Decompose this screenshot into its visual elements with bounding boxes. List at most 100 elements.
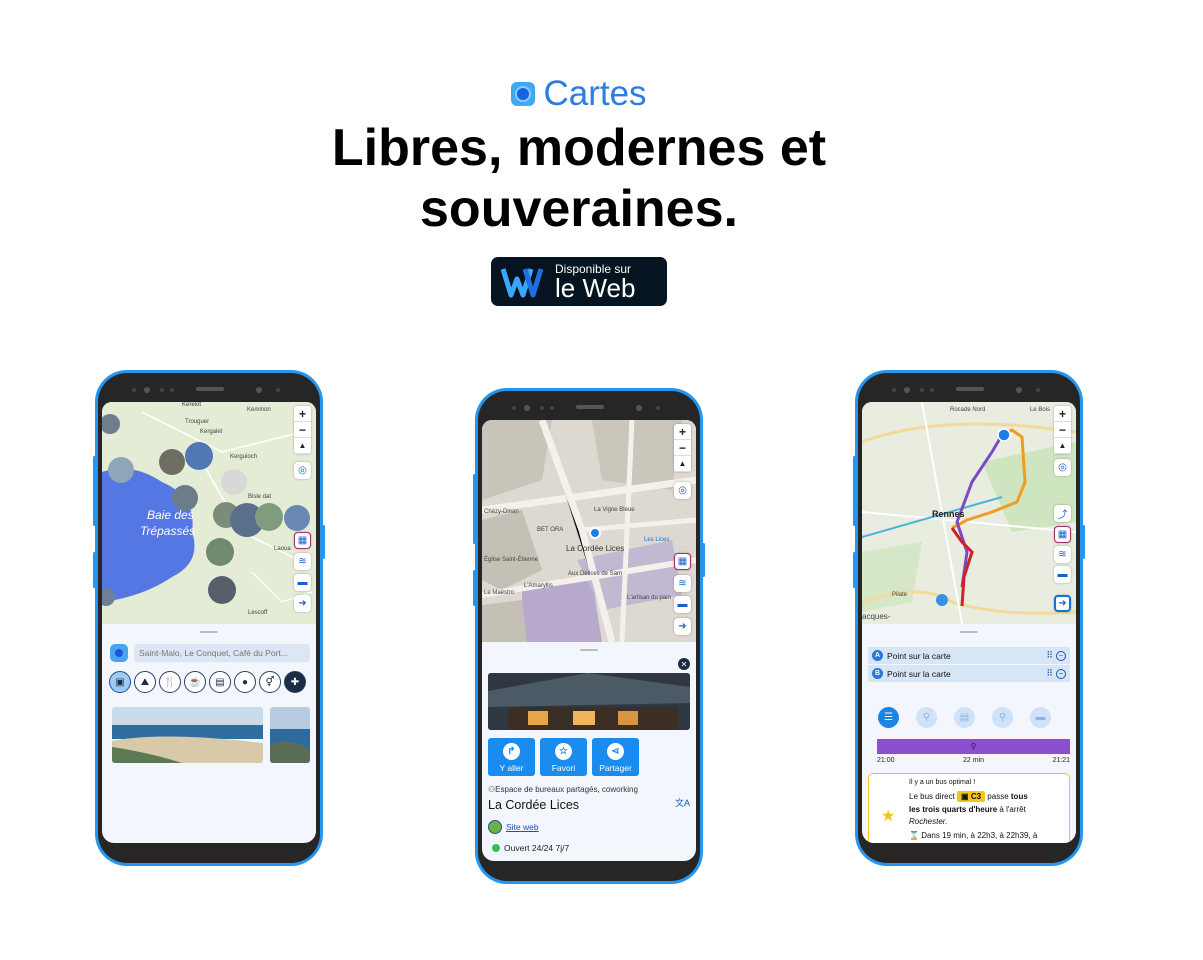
badge-big-text: le Web bbox=[555, 273, 636, 303]
style-picker-icon[interactable]: ▦ bbox=[294, 532, 311, 549]
layers-icon[interactable]: ≋ bbox=[674, 575, 691, 592]
water-icon[interactable]: ● bbox=[234, 671, 256, 693]
hiking-icon[interactable]: ⛰ bbox=[134, 671, 156, 693]
star-icon: ☆ bbox=[555, 743, 572, 760]
place-actions: ↱ Y aller ☆ Favori ⋖ Partager bbox=[488, 738, 639, 776]
search-input[interactable] bbox=[134, 644, 310, 662]
style-picker-icon[interactable]: ▦ bbox=[1054, 526, 1071, 543]
translate-icon[interactable]: 文A bbox=[675, 796, 690, 809]
screen-itinerary: Rocade Nord Le Bois Rennes Pilate acques… bbox=[862, 402, 1076, 843]
bike-icon[interactable]: ⚲ bbox=[916, 707, 937, 728]
beach-photo[interactable] bbox=[112, 707, 263, 763]
remove-point-icon[interactable]: − bbox=[1056, 650, 1066, 661]
more-icon[interactable]: ✚ bbox=[284, 671, 306, 693]
ruler-icon[interactable]: ▬ bbox=[674, 596, 691, 613]
bus-suggestion-card[interactable]: ★ Il y a un bus optimal ! Le bus direct … bbox=[868, 773, 1070, 843]
route-point-a[interactable]: A Point sur la carte ⠿ − bbox=[868, 647, 1070, 664]
trip-timeline-bar[interactable]: ⚲ bbox=[877, 739, 1070, 754]
map-label: Le Bois bbox=[1030, 407, 1051, 413]
directions-icon: ↱ bbox=[503, 743, 520, 760]
route-icon[interactable]: ⤴ bbox=[1054, 505, 1071, 522]
compass-icon[interactable]: ▲ bbox=[294, 438, 311, 454]
map-view[interactable]: Kerelot Keminon Trouguer Kergalet Kergui… bbox=[102, 402, 316, 624]
zoom-controls: + − ▲ bbox=[674, 424, 691, 472]
bus-card-line: Le bus direct ▣ C3 passe tous bbox=[909, 791, 1028, 802]
map-view[interactable]: Rocade Nord Le Bois Rennes Pilate acques… bbox=[862, 402, 1076, 624]
share-label: Partager bbox=[599, 763, 632, 773]
directions-icon[interactable]: ➜ bbox=[294, 595, 311, 612]
bus-icon[interactable]: ▤ bbox=[954, 707, 975, 728]
remove-point-icon[interactable]: − bbox=[1056, 668, 1066, 679]
sheet-handle[interactable] bbox=[482, 649, 696, 651]
place-type: ⚇Espace de bureaux partagés, coworking bbox=[488, 785, 638, 794]
style-picker-icon[interactable]: ▦ bbox=[674, 553, 691, 570]
compass-icon[interactable]: ▲ bbox=[674, 456, 691, 472]
favorite-label: Favori bbox=[551, 763, 576, 773]
website-link[interactable]: Site web bbox=[488, 820, 539, 834]
locate-icon[interactable]: ◎ bbox=[294, 462, 311, 479]
ruler-icon[interactable]: ▬ bbox=[1054, 566, 1071, 583]
restaurant-icon[interactable]: 🍴 bbox=[159, 671, 181, 693]
cafe-icon[interactable]: ☕ bbox=[184, 671, 206, 693]
layers-icon[interactable]: ≋ bbox=[1054, 546, 1071, 563]
sheet-handle[interactable] bbox=[862, 631, 1076, 633]
close-icon[interactable]: ✕ bbox=[678, 658, 690, 670]
coast-photo[interactable] bbox=[270, 707, 310, 763]
bus-card-title: Il y a un bus optimal ! bbox=[909, 779, 976, 786]
share-button[interactable]: ⋖ Partager bbox=[592, 738, 639, 776]
zoom-in-icon[interactable]: + bbox=[294, 406, 311, 422]
place-photo[interactable] bbox=[488, 673, 690, 730]
map-label: Kergalet bbox=[200, 429, 223, 435]
zoom-in-icon[interactable]: + bbox=[1054, 406, 1071, 422]
cartes-logo-icon bbox=[511, 82, 536, 106]
car-icon[interactable]: ▬ bbox=[1030, 707, 1051, 728]
directions-icon[interactable]: ➜ bbox=[1054, 595, 1071, 612]
headline-line-1: Libres, modernes et bbox=[331, 119, 827, 177]
zoom-out-icon[interactable]: − bbox=[294, 422, 311, 438]
web-logo-icon bbox=[500, 265, 545, 299]
brand: Cartes bbox=[0, 74, 1158, 114]
cartes-app-icon[interactable] bbox=[110, 644, 128, 662]
available-on-web-badge[interactable]: Disponible sur le Web bbox=[491, 257, 667, 306]
directions-icon[interactable]: ➜ bbox=[674, 618, 691, 635]
sheet-handle[interactable] bbox=[102, 631, 316, 633]
toilets-icon[interactable]: ⚥ bbox=[259, 671, 281, 693]
map-label: Le Maëstro bbox=[484, 590, 515, 596]
map-label: Les Lices bbox=[644, 537, 670, 543]
ruler-icon[interactable]: ▬ bbox=[294, 574, 311, 591]
phone-itinerary: Rocade Nord Le Bois Rennes Pilate acques… bbox=[853, 370, 1085, 866]
map-label-city: Rennes bbox=[932, 509, 965, 519]
locate-icon[interactable]: ◎ bbox=[1054, 459, 1071, 476]
map-label-poi: La Cordée Lices bbox=[566, 544, 625, 553]
favorite-button[interactable]: ☆ Favori bbox=[540, 738, 587, 776]
drag-handle-icon[interactable]: ⠿ bbox=[1046, 668, 1053, 679]
go-button[interactable]: ↱ Y aller bbox=[488, 738, 535, 776]
drag-handle-icon[interactable]: ⠿ bbox=[1046, 650, 1053, 661]
map-label: BET ORA bbox=[537, 527, 564, 533]
bus-card-stop: Rochester. bbox=[909, 817, 948, 826]
phone-place: Chézy-Dinan La Vigne Bleue BET ORA La Co… bbox=[473, 388, 705, 884]
zoom-out-icon[interactable]: − bbox=[674, 440, 691, 456]
bus-line-badge: ▣ C3 bbox=[957, 791, 986, 802]
map-label-bay: Baie des bbox=[147, 508, 194, 522]
zoom-in-icon[interactable]: + bbox=[674, 424, 691, 440]
map-label: Aux Délices de Sam bbox=[568, 571, 623, 577]
layers-icon[interactable]: ≋ bbox=[294, 553, 311, 570]
screen-place: Chézy-Dinan La Vigne Bleue BET ORA La Co… bbox=[482, 420, 696, 861]
image-icon[interactable]: ▣ bbox=[109, 671, 131, 693]
walk-icon[interactable]: ⚲ bbox=[992, 707, 1013, 728]
route-point-b[interactable]: B Point sur la carte ⠿ − bbox=[868, 665, 1070, 682]
compass-icon[interactable]: ▲ bbox=[1054, 438, 1071, 454]
bus-icon[interactable]: ▤ bbox=[209, 671, 231, 693]
map-label: Kerguioch bbox=[230, 454, 258, 460]
map-label: Rocade Nord bbox=[950, 407, 986, 413]
transit-icon[interactable]: ☰ bbox=[878, 707, 899, 728]
map-label: Keminon bbox=[247, 407, 271, 413]
opening-hours: Ouvert 24/24 7j/7 bbox=[492, 843, 569, 853]
map-view[interactable]: Chézy-Dinan La Vigne Bleue BET ORA La Co… bbox=[482, 420, 696, 642]
headline: Libres, modernes et souveraines. bbox=[0, 118, 1158, 240]
screen-explore: Kerelot Keminon Trouguer Kergalet Kergui… bbox=[102, 402, 316, 843]
zoom-out-icon[interactable]: − bbox=[1054, 422, 1071, 438]
locate-icon[interactable]: ◎ bbox=[674, 482, 691, 499]
map-label: Lescoff bbox=[248, 610, 268, 616]
